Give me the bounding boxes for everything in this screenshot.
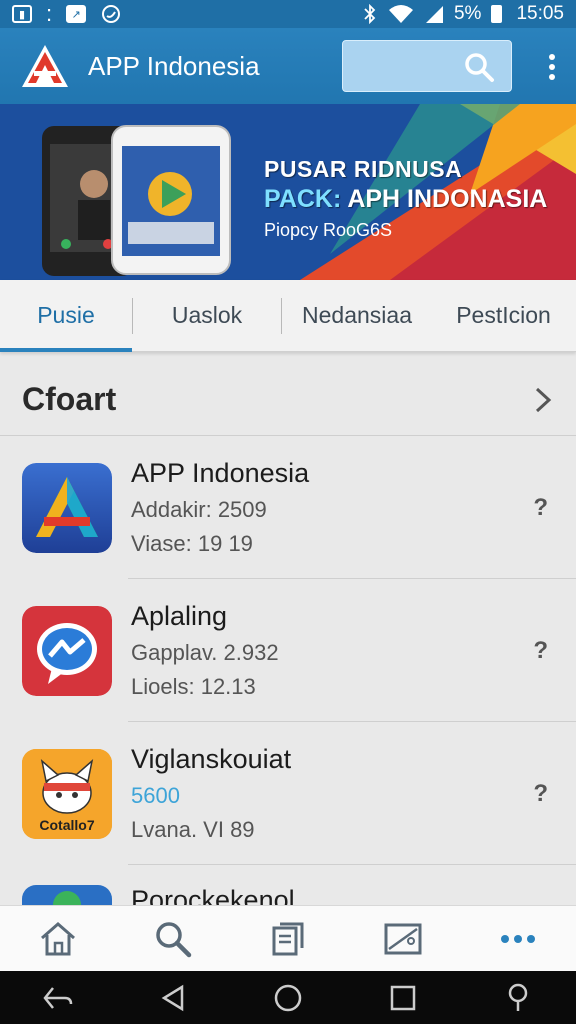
banner-line2-highlight: PACK:: [264, 185, 342, 213]
banner-text: PUSAR RIDNUSA PACK: APH INDONASIA Piopcy…: [264, 156, 547, 241]
image-box-icon: ▮: [12, 5, 32, 23]
app-meta-1: 5600: [131, 783, 180, 808]
list-item[interactable]: Cotallo7 Viglanskouiat 5600 Lvana. VI 89…: [0, 722, 576, 865]
section-title: Cfoart: [22, 381, 117, 417]
app-meta-1: Gapplav. 2.932: [131, 640, 279, 665]
list-item[interactable]: Aplaling Gapplav. 2.932 Lioels: 12.13 ?: [0, 579, 576, 722]
help-icon[interactable]: ?: [533, 780, 548, 808]
clock: 15:05: [516, 3, 564, 24]
app-bar: APP Indonesia: [0, 28, 576, 104]
app-meta-2: Lioels: 12.13: [131, 674, 256, 699]
assistant-icon[interactable]: [498, 978, 538, 1018]
banner-line1: PUSAR RIDNUSA: [264, 156, 463, 182]
messenger-icon: [22, 605, 112, 696]
edit-icon[interactable]: [381, 917, 425, 961]
bluetooth-icon: [364, 4, 376, 24]
signal-icon: [425, 6, 443, 23]
wifi-icon: [388, 5, 413, 23]
chevron-right-icon[interactable]: [532, 386, 554, 414]
status-bar: ▮ : ↗ 5% 15:05: [0, 0, 576, 28]
search-input[interactable]: [342, 40, 512, 92]
section-header[interactable]: Cfoart: [0, 364, 576, 436]
list-item[interactable]: APP Indonesia Addakir: 2509 Viase: 19 19…: [0, 436, 576, 579]
battery-percent: 5%: [453, 3, 482, 24]
app-texts: Porockekenol: [131, 885, 295, 905]
screen: ▮ : ↗ 5% 15:05 APP Indonesia PUSAR RIDNU…: [0, 0, 576, 1024]
system-nav-bar: [0, 971, 576, 1024]
banner-line2: PACK: APH INDONASIA: [264, 185, 547, 214]
app-name: APP Indonesia: [131, 458, 310, 488]
cat-game-icon: Cotallo7: [22, 748, 112, 839]
partial-app-glyph: [53, 891, 81, 905]
tab-bar: Pusie Uaslok Nedansiaa PestIcion: [0, 280, 576, 352]
search-nav-icon[interactable]: [151, 917, 195, 961]
more-icon[interactable]: [496, 917, 540, 961]
app-meta-2: Lvana. VI 89: [131, 817, 255, 842]
home-icon[interactable]: [36, 917, 80, 961]
tab-pesticion[interactable]: PestIcion: [432, 280, 575, 352]
bottom-nav: [0, 905, 576, 971]
whatsapp-icon: [102, 5, 121, 23]
back-triangle-icon[interactable]: [153, 978, 193, 1018]
overflow-menu-icon[interactable]: [548, 54, 556, 80]
app-indonesia-icon: [22, 462, 112, 553]
cat-icon-label: Cotallo7: [39, 816, 95, 833]
tab-label: Uaslok: [171, 302, 243, 328]
app-title: APP Indonesia: [88, 50, 260, 81]
tab-label: Pusie: [37, 302, 95, 328]
battery-icon: [491, 5, 503, 23]
tab-label: Nedansiaa: [302, 302, 412, 328]
search-icon[interactable]: [463, 51, 495, 83]
recents-square-icon[interactable]: [383, 978, 423, 1018]
app-logo[interactable]: [16, 41, 74, 91]
app-meta-2: Viase: 19 19: [131, 531, 253, 556]
app-meta-1: Addakir: 2509: [131, 497, 267, 522]
promo-banner[interactable]: PUSAR RIDNUSA PACK: APH INDONASIA Piopcy…: [0, 104, 576, 280]
app-texts: Aplaling Gapplav. 2.932 Lioels: 12.13: [131, 601, 279, 700]
app-name: Aplaling: [131, 601, 228, 631]
dot-icon: :: [46, 1, 53, 26]
app-name: Viglanskouiat: [131, 744, 292, 774]
home-circle-icon[interactable]: [268, 978, 308, 1018]
back-arrow-icon[interactable]: [38, 978, 78, 1018]
tab-uaslok[interactable]: Uaslok: [133, 280, 281, 352]
help-icon[interactable]: ?: [533, 637, 548, 665]
app-texts: Viglanskouiat 5600 Lvana. VI 89: [131, 744, 291, 843]
partial-app-icon: [22, 885, 112, 905]
tab-label: PestIcion: [456, 302, 551, 328]
app-texts: APP Indonesia Addakir: 2509 Viase: 19 19: [131, 458, 309, 557]
banner-line3: Piopcy RooG6S: [264, 220, 393, 240]
phone-white-image: [111, 125, 231, 275]
tab-pusie[interactable]: Pusie: [0, 280, 132, 352]
help-icon[interactable]: ?: [533, 494, 548, 522]
library-icon[interactable]: [266, 917, 310, 961]
app-name: Porockekenol: [131, 885, 295, 905]
banner-line2-rest: APH INDONASIA: [341, 185, 548, 213]
chart-icon: ↗: [66, 5, 87, 23]
tab-nedansiaa[interactable]: Nedansiaa: [282, 280, 432, 352]
list-item[interactable]: Porockekenol: [0, 865, 576, 905]
